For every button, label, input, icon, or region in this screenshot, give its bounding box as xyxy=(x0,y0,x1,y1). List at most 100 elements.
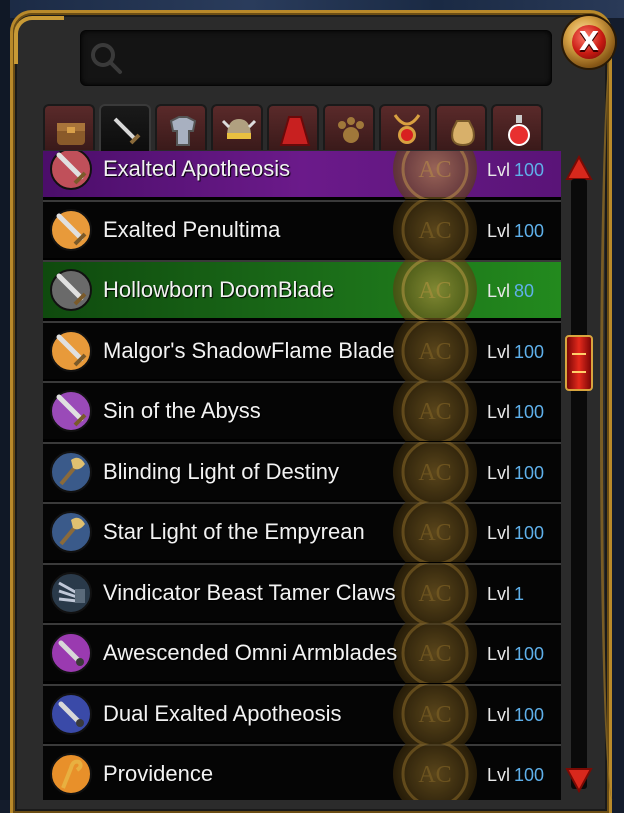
level-label: Lvl xyxy=(487,462,511,483)
item-name: Providence xyxy=(103,761,214,786)
dagger-icon xyxy=(50,632,92,674)
level-label: Lvl xyxy=(487,402,511,422)
tab-item-sack[interactable] xyxy=(435,104,487,150)
svg-text:AC: AC xyxy=(418,339,451,365)
level-number: 100 xyxy=(514,341,545,362)
svg-text:AC: AC xyxy=(418,581,451,607)
sword-icon xyxy=(50,151,92,190)
item-name: Malgor's ShadowFlame Blade xyxy=(103,337,395,363)
item-name: Sin of the Abyss xyxy=(103,398,261,423)
dagger-icon xyxy=(50,692,92,735)
tab-sword[interactable] xyxy=(99,104,151,154)
inventory-row[interactable]: AC Malgor's ShadowFlame Blade Lvl 100 xyxy=(43,320,561,381)
item-name: Exalted Penultima xyxy=(103,216,281,242)
cape-icon xyxy=(279,116,311,146)
inventory-row[interactable]: AC Exalted Penultima Lvl 100 xyxy=(43,199,561,260)
level-number: 100 xyxy=(514,402,545,422)
level-label: Lvl xyxy=(487,160,511,180)
svg-text:AC: AC xyxy=(418,702,451,728)
inventory-row[interactable]: AC Blinding Light of Destiny Lvl 100 xyxy=(43,441,561,502)
axe-icon xyxy=(50,511,92,553)
axe-icon xyxy=(50,450,92,493)
item-level: Lvl 100 xyxy=(487,444,544,500)
sword-icon xyxy=(113,117,141,145)
level-number: 100 xyxy=(514,523,545,543)
item-name: Star Light of the Empyrean xyxy=(103,519,365,544)
level-number: 100 xyxy=(514,220,545,241)
tab-pet-paw[interactable] xyxy=(323,104,375,150)
item-level: Lvl 100 xyxy=(487,746,544,800)
close-icon: X xyxy=(572,25,606,59)
scrollbar[interactable] xyxy=(565,151,593,800)
tab-potion[interactable] xyxy=(491,104,543,150)
bag-icon xyxy=(57,123,85,145)
inventory-row[interactable]: AC Hollowborn DoomBlade Lvl 80 xyxy=(43,260,561,320)
ac-coin-icon: AC xyxy=(393,320,477,381)
level-number: 100 xyxy=(514,160,545,180)
svg-text:AC: AC xyxy=(418,278,451,304)
tab-armor[interactable] xyxy=(155,104,207,150)
item-level: Lvl 100 xyxy=(487,383,544,439)
ac-coin-icon: AC xyxy=(393,151,477,199)
tab-helmet[interactable] xyxy=(211,104,263,150)
item-name: Awescended Omni Armblades xyxy=(103,640,398,665)
ac-coin-icon: AC xyxy=(393,683,477,744)
ac-coin-icon: AC xyxy=(393,381,477,441)
scroll-thumb[interactable] xyxy=(565,335,593,391)
item-name: Exalted Apotheosis xyxy=(103,156,291,181)
item-level: Lvl 100 xyxy=(487,504,544,560)
item-level: Lvl 100 xyxy=(487,686,544,742)
level-number: 80 xyxy=(514,281,535,301)
level-number: 1 xyxy=(514,583,525,604)
level-label: Lvl xyxy=(487,523,511,543)
tab-cape[interactable] xyxy=(267,104,319,150)
corner-ornament xyxy=(14,16,64,64)
scroll-up-arrow-icon[interactable] xyxy=(565,155,593,181)
svg-text:AC: AC xyxy=(418,460,451,486)
item-level: Lvl 1 xyxy=(487,565,524,621)
inventory-row[interactable]: AC Dual Exalted Apotheosis Lvl 100 xyxy=(43,683,561,744)
sword-icon xyxy=(50,208,92,251)
item-level: Lvl 100 xyxy=(487,625,544,681)
level-number: 100 xyxy=(514,765,545,785)
staff-icon xyxy=(50,753,92,795)
svg-text:AC: AC xyxy=(418,520,451,546)
ac-coin-icon: AC xyxy=(393,199,477,260)
inventory-row[interactable]: AC Exalted Apotheosis Lvl 100 xyxy=(43,151,561,199)
item-level: Lvl 100 xyxy=(487,202,544,258)
level-label: Lvl xyxy=(487,765,511,785)
item-name: Hollowborn DoomBlade xyxy=(103,277,335,302)
tab-bag[interactable] xyxy=(43,104,95,150)
category-tabs xyxy=(43,104,553,154)
item-list[interactable]: AC Exalted Apotheosis Lvl 100 AC Exalted Penu… xyxy=(43,151,561,800)
level-number: 100 xyxy=(514,704,545,725)
level-label: Lvl xyxy=(487,281,511,301)
vine-ornament xyxy=(600,40,624,800)
svg-text:AC: AC xyxy=(418,641,451,667)
item-level: Lvl 100 xyxy=(487,151,544,197)
inventory-row[interactable]: AC Star Light of the Empyrean Lvl 100 xyxy=(43,502,561,562)
search-icon xyxy=(91,43,122,74)
inventory-row[interactable]: AC Providence Lvl 100 xyxy=(43,744,561,800)
ac-coin-icon: AC xyxy=(393,441,477,502)
search-box[interactable] xyxy=(80,30,552,86)
scroll-down-arrow-icon[interactable] xyxy=(565,767,593,793)
inventory-row[interactable]: AC Vindicator Beast Tamer Claws Lvl 1 xyxy=(43,562,561,623)
inventory-row[interactable]: AC Sin of the Abyss Lvl 100 xyxy=(43,381,561,441)
level-number: 100 xyxy=(514,462,545,483)
level-label: Lvl xyxy=(487,644,511,664)
close-button[interactable]: X xyxy=(563,16,615,68)
level-label: Lvl xyxy=(487,220,511,241)
tab-amulet[interactable] xyxy=(379,104,431,150)
scroll-track[interactable] xyxy=(571,179,587,789)
level-number: 100 xyxy=(514,644,545,664)
item-name: Vindicator Beast Tamer Claws xyxy=(103,579,396,605)
svg-text:AC: AC xyxy=(418,218,451,244)
svg-text:AC: AC xyxy=(418,762,451,788)
background-edge xyxy=(0,0,10,800)
sword-icon xyxy=(50,269,92,311)
inventory-row[interactable]: AC Awescended Omni Armblades Lvl 100 xyxy=(43,623,561,683)
sword-icon xyxy=(50,329,92,372)
armor-icon xyxy=(169,116,197,146)
item-name: Dual Exalted Apotheosis xyxy=(103,700,342,726)
